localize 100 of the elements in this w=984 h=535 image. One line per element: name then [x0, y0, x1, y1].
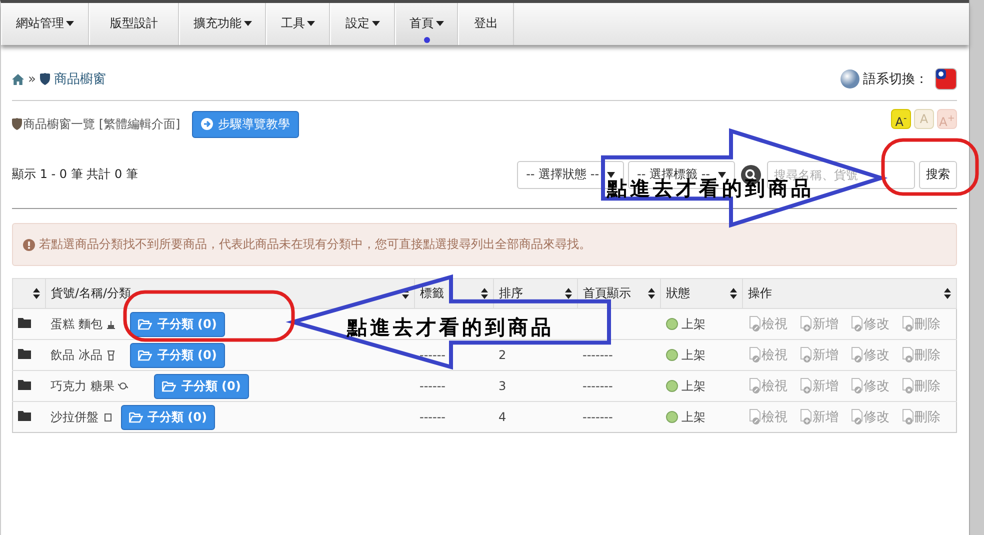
- status-dot: [666, 411, 678, 423]
- shield-icon: [40, 73, 50, 85]
- document-search-icon: [748, 316, 762, 332]
- subcategory-button[interactable]: 子分類 (0): [130, 312, 225, 336]
- nav-menu-item[interactable]: 登出: [458, 3, 514, 45]
- document-edit-icon: [850, 378, 864, 394]
- category-icon: [106, 318, 116, 330]
- status-dot: [666, 349, 678, 361]
- language-switch-label: 語系切換：: [863, 71, 928, 88]
- folder-open-icon: [138, 318, 152, 330]
- category-icon: [106, 350, 116, 360]
- nav-menu-item[interactable]: 網站管理: [1, 3, 89, 45]
- tour-guide-button[interactable]: 步驟導覽教學: [192, 110, 300, 138]
- action-link[interactable]: 刪除: [900, 315, 940, 333]
- shield-icon: [12, 118, 22, 130]
- sort-icon[interactable]: [33, 288, 40, 299]
- category-name: 蛋糕 麵包: [50, 316, 102, 332]
- action-link[interactable]: 修改: [850, 346, 890, 364]
- action-link[interactable]: 檢視: [748, 346, 788, 364]
- flag-icon[interactable]: [935, 68, 957, 90]
- action-link[interactable]: 新增: [798, 408, 838, 426]
- search-button[interactable]: 搜索: [919, 160, 957, 188]
- nav-menu-item[interactable]: 首頁: [395, 3, 458, 45]
- font-size-button[interactable]: A: [914, 109, 934, 129]
- action-link[interactable]: 修改: [850, 315, 890, 333]
- document-add-icon: [798, 378, 812, 394]
- nav-menu-item[interactable]: 工具: [266, 3, 330, 45]
- category-icon: [118, 380, 128, 392]
- category-icon: [102, 412, 112, 422]
- action-link[interactable]: 刪除: [900, 346, 940, 364]
- document-search-icon: [748, 347, 762, 363]
- action-link[interactable]: 檢視: [748, 408, 788, 426]
- column-header[interactable]: 操作: [748, 285, 772, 302]
- caret-icon: [718, 172, 726, 178]
- active-indicator-dot: [424, 37, 430, 43]
- page-title: 商品櫥窗一覽 [繁體編輯介面]: [23, 116, 180, 132]
- table-cell: ------: [420, 379, 446, 393]
- document-search-icon: [748, 409, 762, 425]
- exclamation-icon: [23, 238, 35, 250]
- document-delete-icon: [900, 378, 914, 394]
- document-add-icon: [798, 347, 812, 363]
- action-link[interactable]: 新增: [798, 346, 838, 364]
- column-header[interactable]: 標籤: [420, 285, 444, 302]
- column-header[interactable]: 貨號/名稱/分類: [51, 285, 132, 302]
- folder-open-icon: [138, 350, 152, 360]
- action-link[interactable]: 新增: [798, 377, 838, 395]
- document-add-icon: [798, 316, 812, 332]
- alert-text: 若點選商品分類找不到所要商品，代表此商品未在現有分類中，您可直接點選搜尋列出全部商品來尋找。: [39, 236, 591, 253]
- status-dot: [666, 318, 678, 330]
- action-link[interactable]: 修改: [850, 408, 890, 426]
- sort-icon[interactable]: [730, 288, 737, 299]
- subcategory-button[interactable]: 子分類 (0): [154, 374, 249, 398]
- folder-icon: [18, 317, 31, 328]
- sort-icon[interactable]: [565, 288, 572, 299]
- table-cell: 3: [498, 379, 506, 393]
- action-link[interactable]: 檢視: [748, 315, 788, 333]
- sort-icon[interactable]: [648, 288, 655, 299]
- folder-icon: [18, 410, 31, 421]
- status-text: 上架: [682, 346, 706, 364]
- sort-icon[interactable]: [481, 288, 488, 299]
- folder-icon: [18, 379, 31, 390]
- action-link[interactable]: 刪除: [900, 408, 940, 426]
- document-add-icon: [798, 409, 812, 425]
- breadcrumb-separator: »: [28, 72, 36, 86]
- caret-icon: [607, 172, 616, 178]
- table-cell: -------: [582, 348, 613, 362]
- scrollbar[interactable]: [969, 0, 984, 535]
- action-link[interactable]: 刪除: [900, 377, 940, 395]
- document-search-icon: [748, 378, 762, 394]
- status-dot: [666, 380, 678, 392]
- document-edit-icon: [850, 409, 864, 425]
- folder-open-icon: [162, 380, 176, 392]
- document-edit-icon: [850, 316, 864, 332]
- category-name: 巧克力 糖果: [50, 378, 114, 394]
- table-cell: ------: [420, 410, 446, 424]
- column-header[interactable]: 狀態: [666, 285, 690, 302]
- globe-icon: [840, 69, 860, 89]
- subcategory-button[interactable]: 子分類 (0): [130, 342, 225, 368]
- sort-icon[interactable]: [944, 288, 951, 299]
- nav-menu-item[interactable]: 擴充功能: [179, 3, 266, 45]
- document-delete-icon: [900, 409, 914, 425]
- record-count: 顯示 1 - 0 筆 共計 0 筆: [12, 166, 138, 183]
- folder-open-icon: [128, 412, 142, 422]
- annotation-text: 點進去才看的到商品: [347, 316, 554, 341]
- table-cell: -------: [582, 410, 613, 424]
- table-cell: 4: [498, 410, 506, 424]
- status-text: 上架: [682, 378, 706, 394]
- nav-menu-item[interactable]: 版型設計: [89, 3, 179, 45]
- table-cell: 2: [498, 348, 506, 362]
- home-icon[interactable]: [12, 74, 24, 84]
- document-delete-icon: [900, 347, 914, 363]
- action-link[interactable]: 新增: [798, 315, 838, 333]
- status-text: 上架: [682, 408, 706, 426]
- action-link[interactable]: 修改: [850, 377, 890, 395]
- action-link[interactable]: 檢視: [748, 377, 788, 395]
- breadcrumb-current[interactable]: 商品櫥窗: [54, 70, 106, 88]
- column-header[interactable]: 排序: [499, 285, 523, 302]
- font-size-button[interactable]: A$^{-}$: [891, 109, 911, 129]
- arrow-circle-icon: [201, 118, 214, 130]
- subcategory-button[interactable]: 子分類 (0): [120, 404, 215, 430]
